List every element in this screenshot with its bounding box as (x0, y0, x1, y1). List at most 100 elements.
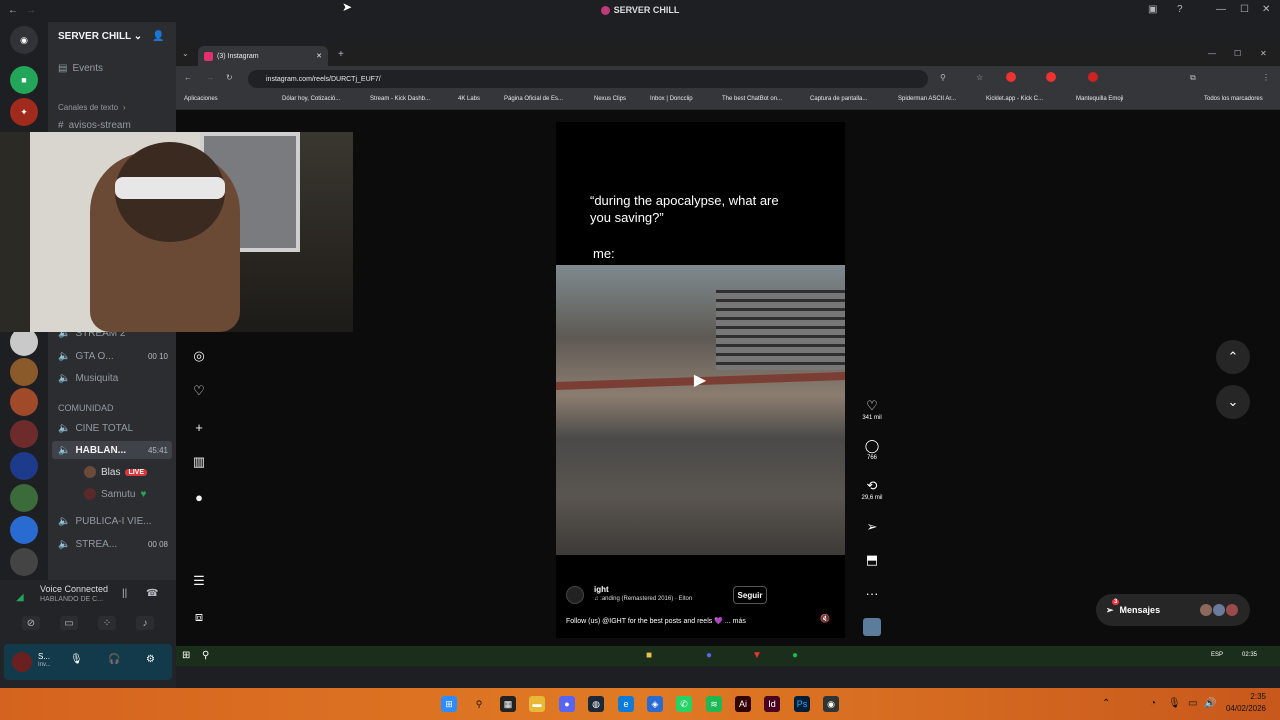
previous-reel-button[interactable]: ⌃ (1216, 340, 1250, 374)
server-icon-red[interactable]: ✦ (10, 98, 38, 126)
extension-icon-1[interactable] (1006, 72, 1016, 82)
tray-volume-icon[interactable]: 🔊 (1204, 698, 1216, 709)
bookmark-item[interactable]: Kicklet.app - Kick C... (986, 96, 1043, 102)
bookmark-item[interactable]: Captura de pantalla... (810, 96, 867, 102)
voice-channel-hablando[interactable]: 🔈 HABLAN... 45:41 (52, 441, 172, 459)
extensions-puzzle-icon[interactable]: ⧉ (1190, 73, 1196, 83)
voice-channel-gta[interactable]: 🔈 GTA O... 00 10 (52, 347, 172, 365)
audio-thumbnail[interactable] (863, 618, 881, 636)
server-icon-6[interactable] (10, 484, 38, 512)
more-options-button[interactable]: ··· (860, 586, 884, 601)
bookmark-star-icon[interactable]: ☆ (976, 73, 983, 82)
voice-channel-musiquita[interactable]: 🔈 Musiquita (52, 369, 172, 387)
add-member-icon[interactable]: 👤 (152, 31, 164, 42)
events-item[interactable]: ▤ Events (52, 59, 172, 77)
headphones-icon[interactable]: 🎧 (108, 654, 120, 665)
close-icon[interactable]: ✕ (1262, 4, 1270, 15)
zoom-icon[interactable]: ⚲ (940, 73, 946, 82)
inner-brave-icon[interactable]: ▼ (752, 650, 762, 661)
inner-folder-icon[interactable]: ■ (646, 650, 652, 661)
minimize-icon[interactable]: — (1216, 4, 1226, 15)
inner-spotify-icon[interactable]: ● (792, 650, 798, 661)
browser-menu-icon[interactable]: ⋮ (1262, 73, 1270, 82)
browser-minimize-icon[interactable]: — (1208, 49, 1216, 58)
tray-chevron-icon[interactable]: ⌃ (1102, 698, 1110, 709)
share-button[interactable]: ➢ (860, 519, 884, 535)
bookmark-item[interactable]: The best ChatBot on... (722, 96, 782, 102)
bookmark-item[interactable]: 4K Labs (458, 96, 480, 102)
forward-icon[interactable]: → (206, 73, 214, 82)
profile-avatar-icon[interactable]: ● (190, 488, 208, 506)
server-icon-green[interactable]: ■ (10, 66, 38, 94)
bookmark-item[interactable]: Página Oficial de Es... (504, 96, 563, 102)
notifications-heart-icon[interactable]: ♡ (190, 382, 208, 400)
edge-icon[interactable]: e (618, 696, 634, 712)
bookmark-item[interactable]: Inbox | Doncclip (650, 96, 693, 102)
dashboard-icon[interactable]: ▥ (190, 453, 208, 471)
maximize-icon[interactable]: ☐ (1240, 4, 1249, 15)
follow-button[interactable]: Seguir (733, 586, 767, 604)
server-icon-3[interactable] (10, 388, 38, 416)
server-icon-4[interactable] (10, 420, 38, 448)
create-plus-icon[interactable]: + (190, 418, 208, 436)
next-reel-button[interactable]: ⌄ (1216, 385, 1250, 419)
voice-channel-publica[interactable]: 🔈 PUBLICA-I VIE... (52, 512, 172, 530)
task-view-icon[interactable]: ▦ (500, 696, 516, 712)
inner-start-icon[interactable]: ⊞ (182, 650, 190, 661)
bookmark-item[interactable]: Stream - Kick Dashb... (370, 96, 430, 102)
file-explorer-icon[interactable]: ▬ (529, 696, 545, 712)
bookmark-item[interactable]: Nexus Clips (594, 96, 626, 102)
soundboard-icon[interactable]: ♪ (136, 616, 154, 630)
bookmark-item[interactable]: Spiderman ASCII Ar... (898, 96, 956, 102)
like-button[interactable]: ♡ 341 mil (860, 398, 884, 421)
bookmark-item[interactable]: Todos los marcadores (1204, 96, 1263, 102)
play-icon[interactable]: ▶ (687, 367, 713, 393)
server-icon-5[interactable] (10, 452, 38, 480)
screen-share-icon[interactable]: ▭ (60, 616, 78, 630)
extension-icon-2[interactable] (1046, 72, 1056, 82)
bookmark-item[interactable]: Mantequilla Emoji (1076, 96, 1123, 102)
settings-gear-icon[interactable]: ⚙ (146, 654, 155, 665)
browser-close-icon[interactable]: ✕ (1260, 49, 1267, 58)
steam-icon[interactable]: ◍ (588, 696, 604, 712)
mute-icon[interactable]: 🔇 (820, 614, 830, 623)
photoshop-icon[interactable]: Ps (794, 696, 810, 712)
voice-channel-strea[interactable]: 🔈 STREA... 00 08 (52, 535, 172, 553)
camera-off-icon[interactable]: ⊘ (22, 616, 40, 630)
bookmark-item[interactable]: Dólar hoy, Cotizació... (282, 96, 340, 102)
tray-wifi-icon[interactable]: ◔ (1150, 698, 1156, 709)
discord-icon[interactable]: ● (559, 696, 575, 712)
spotify-icon[interactable]: ≋ (706, 696, 722, 712)
chrome-icon[interactable]: ◉ (823, 696, 839, 712)
author-avatar[interactable] (566, 586, 584, 604)
tray-monitor-icon[interactable]: ▭ (1188, 698, 1197, 709)
browser-maximize-icon[interactable]: ☐ (1234, 49, 1241, 58)
search-icon[interactable]: ⚲ (471, 696, 487, 712)
server-name[interactable]: SERVER CHILL ⌄ (58, 31, 142, 42)
category-comunidad[interactable]: COMUNIDAD (52, 399, 172, 417)
start-icon[interactable]: ⊞ (441, 696, 457, 712)
indesign-icon[interactable]: Id (764, 696, 780, 712)
category-text[interactable]: Canales de texto › (52, 98, 172, 116)
activities-icon[interactable]: ⁘ (98, 616, 116, 630)
meta-apps-icon[interactable]: ⧈ (190, 608, 208, 626)
inner-search-icon[interactable]: ⚲ (202, 650, 209, 661)
server-icon-1[interactable] (10, 328, 38, 356)
illustrator-icon[interactable]: Ai (735, 696, 751, 712)
server-icon-8[interactable] (10, 548, 38, 576)
server-icon-7[interactable] (10, 516, 38, 544)
whatsapp-icon[interactable]: ✆ (676, 696, 692, 712)
taskbar-clock[interactable]: 2:35 (1222, 692, 1266, 701)
bookmark-item[interactable]: Aplicaciones (184, 96, 218, 102)
tab-close-icon[interactable]: ✕ (316, 52, 328, 60)
comment-button[interactable]: ◯ 766 (860, 438, 884, 461)
voice-channel-cine[interactable]: 🔈 CINE TOTAL (52, 419, 172, 437)
reel-video[interactable] (556, 265, 845, 555)
explore-icon[interactable]: ◎ (190, 347, 208, 365)
mic-icon[interactable]: 🎙 (70, 654, 83, 665)
tab-instagram[interactable]: (3) Instagram ✕ (198, 46, 328, 66)
url-bar[interactable]: instagram.com/reels/DURCTj_EUF7/ (248, 70, 928, 88)
song-info[interactable]: ♫ :anding (Remastered 2016) · Elton (594, 596, 692, 602)
save-button[interactable]: ⬒ (860, 552, 884, 568)
more-menu-icon[interactable]: ☰ (190, 572, 208, 590)
